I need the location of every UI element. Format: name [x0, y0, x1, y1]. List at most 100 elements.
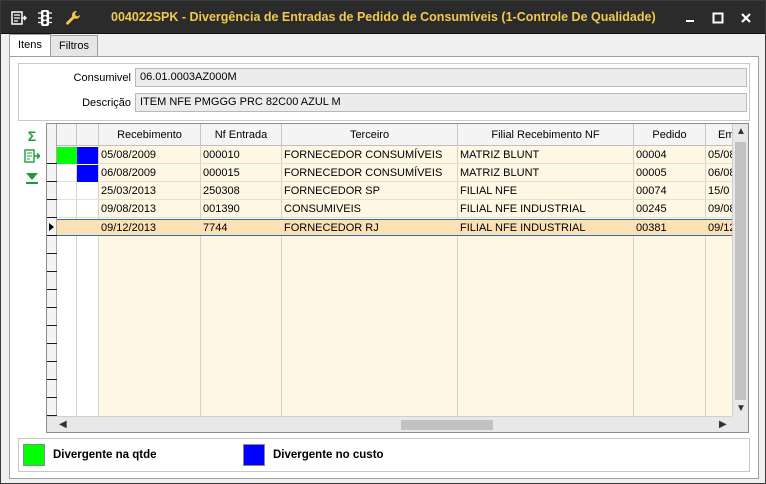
scroll-up-icon[interactable]: ▲ — [736, 126, 746, 137]
header-filial[interactable]: Filial Recebimento NF — [458, 124, 634, 146]
tab-filtros[interactable]: Filtros — [50, 35, 98, 57]
cell-recebimento: 09/08/2013 — [101, 203, 157, 215]
cell-terceiro: FORNECEDOR CONSUMÍVEIS — [284, 167, 443, 179]
minimize-icon[interactable] — [681, 9, 699, 27]
window-title: 004022SPK - Divergência de Entradas de P… — [111, 10, 656, 24]
vertical-scrollbar[interactable]: ▲ ▼ — [732, 124, 748, 417]
maximize-icon[interactable] — [709, 9, 727, 27]
row-indicator-empty — [47, 345, 57, 362]
item-info-box: Consumivel 06.01.0003AZ000M Descrição IT… — [18, 63, 750, 121]
cell-recebimento: 06/08/2009 — [101, 167, 157, 179]
export-icon[interactable] — [22, 147, 42, 165]
table-row[interactable]: 09/08/2013 001390 CONSUMIVEIS FILIAL NFE IN… — [47, 201, 733, 218]
tab-itens[interactable]: Itens — [9, 34, 51, 57]
qtde-divergence-marker — [57, 147, 77, 164]
descricao-field[interactable]: ITEM NFE PMGGG PRC 82C00 AZUL M — [135, 93, 747, 112]
table-row[interactable]: 09/12/2013 7744 FORNECEDOR RJ FILIAL NFE IN… — [47, 219, 733, 236]
row-indicator[interactable] — [47, 201, 57, 218]
row-indicator-empty — [47, 399, 57, 416]
scroll-right-icon[interactable]: ▶ — [719, 419, 727, 430]
table-row[interactable]: 25/03/2013 250308 FORNECEDOR SP FILIAL NFE 0… — [47, 183, 733, 200]
items-grid: Recebimento Nf Entrada Terceiro Filial R… — [46, 123, 749, 433]
current-row-arrow-icon — [49, 223, 54, 231]
table-row[interactable]: 05/08/2009 000010 FORNECEDOR CONSUMÍVEIS MA… — [47, 147, 733, 164]
row-indicator-empty — [47, 291, 57, 308]
grid-header: Recebimento Nf Entrada Terceiro Filial R… — [47, 124, 733, 146]
collapse-icon[interactable] — [22, 169, 42, 187]
row-indicator-empty — [47, 237, 57, 254]
legend-label-qtde: Divergente na qtde — [53, 449, 157, 461]
row-indicator-empty — [47, 327, 57, 344]
cell-filial: FILIAL NFE INDUSTRIAL — [460, 203, 586, 215]
row-indicator-empty — [47, 363, 57, 380]
legend: Divergente na qtde Divergente no custo — [18, 438, 750, 472]
scroll-left-icon[interactable]: ◀ — [59, 419, 67, 430]
row-indicator[interactable] — [47, 165, 57, 182]
header-nf-entrada[interactable]: Nf Entrada — [201, 124, 282, 146]
cell-recebimento: 09/12/2013 — [101, 222, 157, 234]
cell-filial: MATRIZ BLUNT — [460, 149, 540, 161]
cell-terceiro: CONSUMIVEIS — [284, 203, 362, 215]
row-indicator[interactable] — [47, 219, 57, 236]
cell-emissao: 15/0 — [708, 185, 730, 197]
cell-nf-entrada: 250308 — [203, 185, 240, 197]
cell-emissao: 06/08 — [708, 167, 733, 179]
cell-pedido: 00245 — [636, 203, 667, 215]
header-terceiro[interactable]: Terceiro — [282, 124, 458, 146]
horizontal-scroll-thumb[interactable] — [401, 420, 493, 430]
row-indicator-empty — [47, 309, 57, 326]
scrollbar-corner — [732, 416, 748, 432]
cell-filial: FILIAL NFE — [460, 185, 518, 197]
menu-icon[interactable] — [9, 8, 29, 28]
window: 004022SPK - Divergência de Entradas de P… — [0, 0, 766, 484]
header-emissao[interactable]: Emiss — [706, 124, 733, 146]
row-indicator-empty — [47, 381, 57, 398]
header-recebimento[interactable]: Recebimento — [99, 124, 201, 146]
legend-swatch-qtde — [23, 444, 45, 466]
close-icon[interactable] — [737, 9, 755, 27]
cell-terceiro: FORNECEDOR RJ — [284, 222, 379, 234]
traffic-light-icon[interactable] — [35, 8, 55, 28]
custo-divergence-marker — [77, 147, 98, 164]
descricao-label: Descrição — [82, 97, 131, 109]
row-indicator-column — [47, 124, 57, 417]
cell-emissao: 09/12 — [708, 222, 733, 234]
cell-nf-entrada: 000010 — [203, 149, 240, 161]
header-marker-custo — [77, 124, 99, 146]
cell-filial: FILIAL NFE INDUSTRIAL — [460, 222, 586, 234]
row-indicator[interactable] — [47, 183, 57, 200]
scroll-down-icon[interactable]: ▼ — [736, 403, 746, 414]
cell-pedido: 00381 — [636, 222, 667, 234]
table-row[interactable]: 06/08/2009 000015 FORNECEDOR CONSUMÍVEIS MA… — [47, 165, 733, 182]
vertical-scroll-thumb[interactable] — [735, 142, 746, 400]
cell-recebimento: 25/03/2013 — [101, 185, 157, 197]
custo-divergence-marker — [77, 165, 98, 182]
cell-pedido: 00004 — [636, 149, 667, 161]
wrench-icon[interactable] — [63, 8, 83, 28]
row-indicator[interactable] — [47, 147, 57, 164]
cell-nf-entrada: 001390 — [203, 203, 240, 215]
horizontal-scrollbar[interactable]: ◀ ▶ — [47, 416, 733, 432]
consumivel-field[interactable]: 06.01.0003AZ000M — [135, 68, 747, 87]
row-indicator-empty — [47, 273, 57, 290]
header-pedido[interactable]: Pedido — [634, 124, 706, 146]
cell-pedido: 00074 — [636, 185, 667, 197]
titlebar: 004022SPK - Divergência de Entradas de P… — [1, 1, 765, 34]
cell-nf-entrada: 000015 — [203, 167, 240, 179]
row-indicator-empty — [47, 255, 57, 272]
cell-pedido: 00005 — [636, 167, 667, 179]
cell-filial: MATRIZ BLUNT — [460, 167, 540, 179]
cell-terceiro: FORNECEDOR CONSUMÍVEIS — [284, 149, 443, 161]
legend-label-custo: Divergente no custo — [273, 449, 384, 461]
cell-nf-entrada: 7744 — [203, 222, 228, 234]
header-marker-qtde — [57, 124, 77, 146]
cell-terceiro: FORNECEDOR SP — [284, 185, 380, 197]
consumivel-label: Consumivel — [73, 72, 131, 84]
cell-emissao: 09/08 — [708, 203, 733, 215]
grid-body: Recebimento Nf Entrada Terceiro Filial R… — [47, 124, 733, 417]
cell-emissao: 05/08 — [708, 149, 733, 161]
cell-recebimento: 05/08/2009 — [101, 149, 157, 161]
tab-panel-itens: Consumivel 06.01.0003AZ000M Descrição IT… — [9, 56, 759, 479]
legend-swatch-custo — [243, 444, 265, 466]
sum-icon[interactable]: Σ — [22, 127, 42, 145]
